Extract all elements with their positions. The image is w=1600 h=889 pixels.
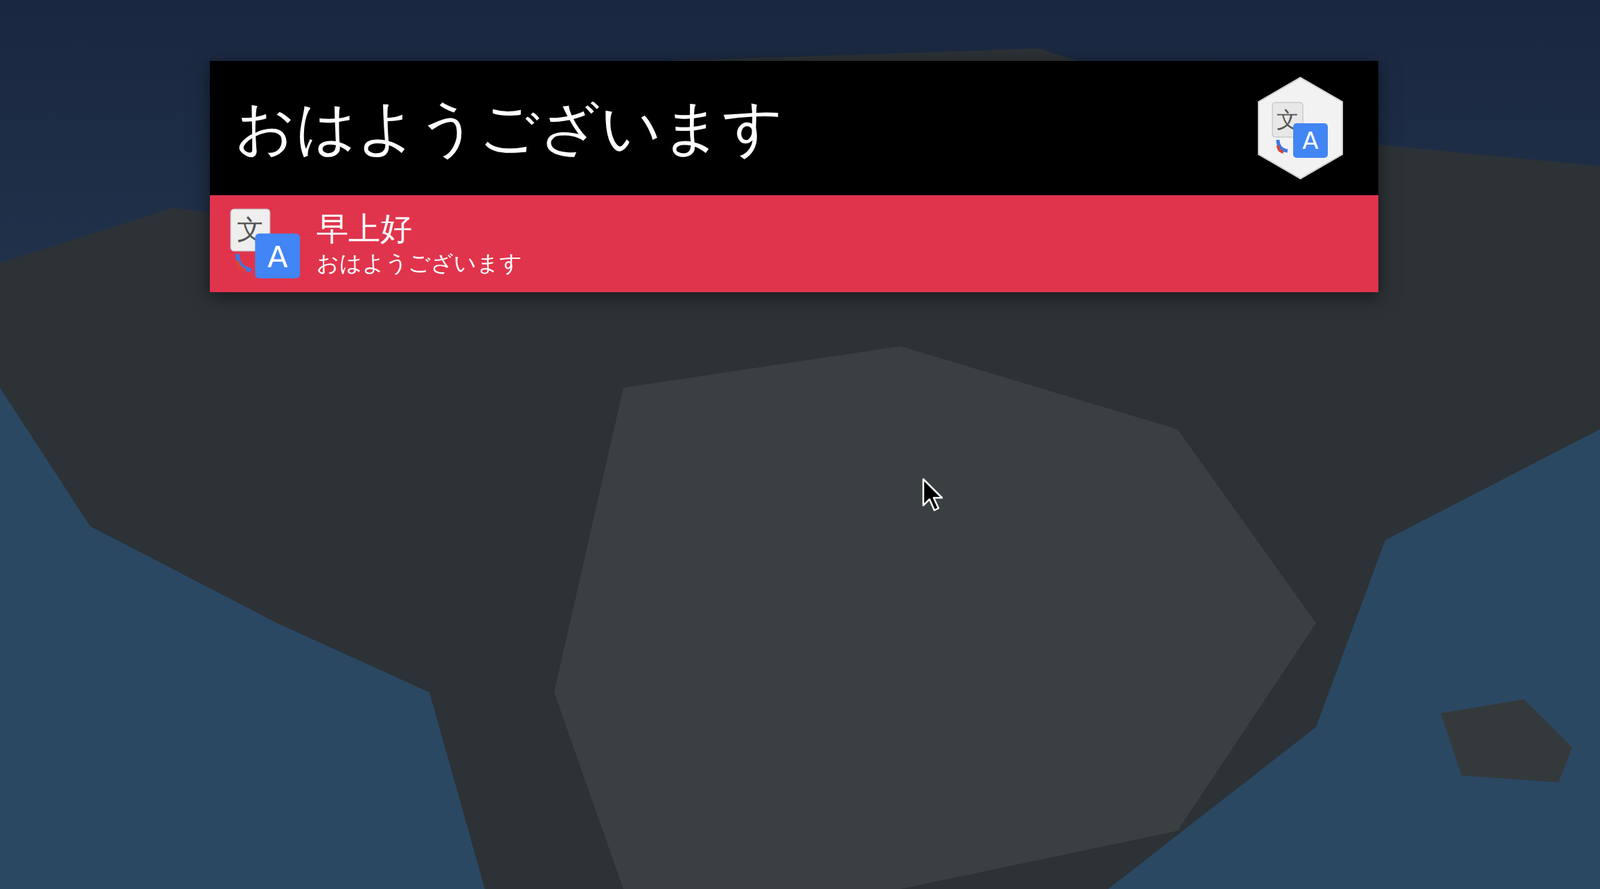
result-title: 早上好 [316,210,523,248]
search-input[interactable]: おはようございます [234,87,1241,170]
result-subtitle: おはようございます [316,250,523,277]
svg-text:A: A [1302,126,1319,155]
desktop: おはようございます文A文A早上好おはようございます [0,0,1600,889]
launcher-window: おはようございます文A文A早上好おはようございます [209,60,1379,293]
result-text: 早上好おはようございます [316,210,523,277]
translate-app-icon: 文A [1257,76,1344,181]
translate-icon: 文A [227,206,303,282]
mouse-pointer-icon [921,477,945,513]
svg-text:A: A [267,239,289,275]
result-row[interactable]: 文A早上好おはようございます [209,195,1379,293]
search-bar: おはようございます文A [209,60,1379,196]
